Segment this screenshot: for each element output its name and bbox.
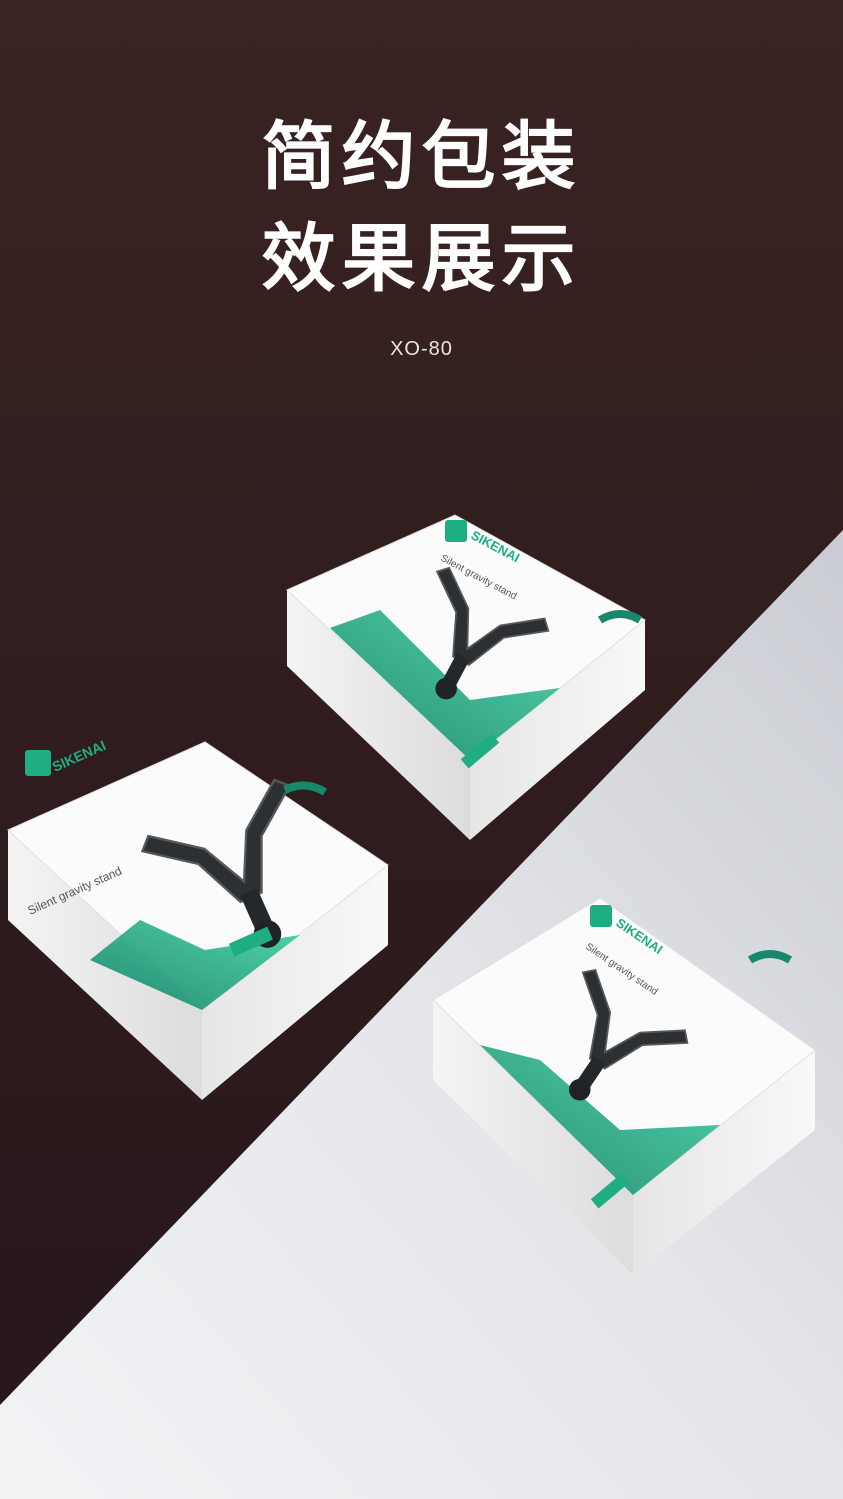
box-brand-text: SIKENAI (50, 737, 108, 775)
package-box-middle: SIKENAI Silent gravity stand (7, 737, 389, 1100)
product-showcase: 简约包装 效果展示 XO-80 SIKENAI Silent gravity s… (0, 0, 843, 1499)
brand-logo (445, 520, 467, 542)
package-box-top: SIKENAI Silent gravity stand (286, 514, 646, 840)
package-box-bottom: SIKENAI Silent gravity stand (432, 897, 816, 1275)
box-handle (747, 950, 793, 964)
box-handle (283, 781, 328, 796)
brand-logo (590, 905, 612, 927)
brand-logo (25, 750, 51, 776)
package-boxes: SIKENAI Silent gravity stand SIKENAI Sil… (7, 514, 816, 1275)
